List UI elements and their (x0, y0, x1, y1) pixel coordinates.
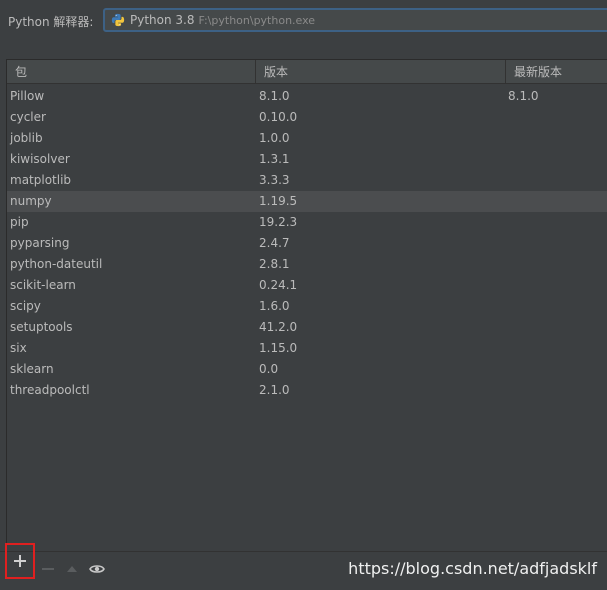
package-cell: cycler (10, 110, 46, 124)
package-cell: joblib (10, 131, 43, 145)
version-cell: 3.3.3 (259, 173, 290, 187)
version-cell: 0.10.0 (259, 110, 298, 124)
interpreter-name: Python 3.8 (130, 13, 195, 27)
latest-version-cell: 8.1.0 (508, 89, 539, 103)
package-cell: kiwisolver (10, 152, 70, 166)
version-cell: 19.2.3 (259, 215, 298, 229)
package-cell: matplotlib (10, 173, 72, 187)
remove-package-button[interactable] (38, 556, 58, 582)
version-cell: 1.6.0 (259, 299, 290, 313)
watermark-text: https://blog.csdn.net/adfjadsklf (348, 559, 597, 578)
eye-icon (89, 565, 105, 573)
interpreter-select[interactable]: Python 3.8 F:\python\python.exe (103, 8, 607, 32)
column-header-version[interactable]: 版本 (256, 60, 506, 83)
table-row[interactable]: pyparsing 2.4.7 (7, 233, 607, 254)
table-row[interactable]: six 1.15.0 (7, 338, 607, 359)
interpreter-path: F:\python\python.exe (198, 13, 316, 27)
version-cell: 1.15.0 (259, 341, 298, 355)
package-cell: scipy (10, 299, 41, 313)
table-row[interactable]: pip 19.2.3 (7, 212, 607, 233)
table-row[interactable]: matplotlib 3.3.3 (7, 170, 607, 191)
version-cell: 2.4.7 (259, 236, 290, 250)
package-settings-panel: Python 解释器: Python 3.8 F:\python\python.… (0, 0, 607, 590)
package-cell: threadpoolctl (10, 383, 90, 397)
version-cell: 0.0 (259, 362, 279, 376)
package-cell: numpy (10, 194, 52, 208)
table-row[interactable]: numpy 1.19.5 (7, 191, 607, 212)
package-cell: sklearn (10, 362, 54, 376)
package-cell: setuptools (10, 320, 73, 334)
package-cell: six (10, 341, 27, 355)
table-row[interactable]: cycler 0.10.0 (7, 107, 607, 128)
plus-icon (14, 555, 26, 567)
version-cell: 8.1.0 (259, 89, 290, 103)
table-row[interactable]: setuptools 41.2.0 (7, 317, 607, 338)
version-cell: 2.8.1 (259, 257, 290, 271)
interpreter-row: Python 解释器: Python 3.8 F:\python\python.… (0, 0, 607, 44)
package-cell: Pillow (10, 89, 45, 103)
version-cell: 1.19.5 (259, 194, 298, 208)
upgrade-package-button[interactable] (62, 556, 82, 582)
table-row[interactable]: Pillow 8.1.0 8.1.0 (7, 86, 607, 107)
column-header-package[interactable]: 包 (7, 60, 256, 83)
show-early-releases-button[interactable] (87, 556, 107, 582)
table-body: Pillow 8.1.0 8.1.0 cycler 0.10.0 joblib 1.0.0 k… (7, 86, 607, 401)
version-cell: 1.3.1 (259, 152, 290, 166)
package-cell: python-dateutil (10, 257, 103, 271)
packages-table: 包 版本 最新版本 Pillow 8.1.0 8.1.0 cycler 0.10.0 jo… (6, 59, 607, 551)
package-cell: pip (10, 215, 29, 229)
column-header-latest-version[interactable]: 最新版本 (506, 60, 607, 83)
python-icon (111, 13, 125, 27)
table-row[interactable]: kiwisolver 1.3.1 (7, 149, 607, 170)
version-cell: 0.24.1 (259, 278, 298, 292)
interpreter-label: Python 解释器: (8, 15, 94, 29)
table-header: 包 版本 最新版本 (7, 60, 607, 84)
package-cell: pyparsing (10, 236, 70, 250)
table-row[interactable]: joblib 1.0.0 (7, 128, 607, 149)
table-row[interactable]: scipy 1.6.0 (7, 296, 607, 317)
version-cell: 2.1.0 (259, 383, 290, 397)
table-row[interactable]: python-dateutil 2.8.1 (7, 254, 607, 275)
table-row[interactable]: sklearn 0.0 (7, 359, 607, 380)
arrow-up-icon (67, 566, 77, 572)
add-package-button[interactable] (5, 543, 35, 579)
version-cell: 1.0.0 (259, 131, 290, 145)
table-row[interactable]: threadpoolctl 2.1.0 (7, 380, 607, 401)
minus-icon (42, 568, 54, 570)
package-cell: scikit-learn (10, 278, 76, 292)
version-cell: 41.2.0 (259, 320, 298, 334)
table-row[interactable]: scikit-learn 0.24.1 (7, 275, 607, 296)
